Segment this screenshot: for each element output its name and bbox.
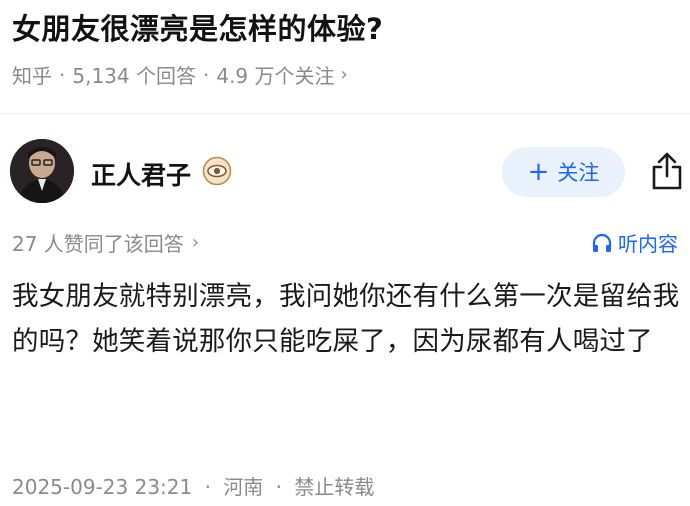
separator-dot: · [59,62,66,87]
avatar[interactable] [10,139,74,203]
agree-count[interactable]: 27 人赞同了该回答 › [12,228,199,257]
separator-dot: · [202,62,210,87]
copyright-note: 禁止转载 [294,475,375,499]
listen-button[interactable]: 听内容 [591,228,678,257]
follow-label: 关注 [557,161,600,185]
divider [0,113,690,114]
answer-location: 河南 [223,475,264,499]
separator-dot: · [204,475,211,499]
follow-button[interactable]: + 关注 [502,147,625,197]
question-meta[interactable]: 知乎 · 5,134 个回答 · 4.9 万个关注 › [12,60,348,89]
answer-date: 2025-09-23 23:21 [12,475,193,499]
question-title[interactable]: 女朋友很漂亮是怎样的体验? [12,6,383,48]
answer-page: 女朋友很漂亮是怎样的体验? 知乎 · 5,134 个回答 · 4.9 万个关注 … [0,0,690,506]
source-label: 知乎 [12,64,52,88]
share-icon[interactable] [650,151,684,191]
avatar-image [10,139,74,203]
headphones-icon [592,233,612,252]
author-name[interactable]: 正人君子 [91,156,191,192]
answer-footer: 2025-09-23 23:21 · 河南 · 禁止转载 [12,471,374,500]
agree-text: 27 人赞同了该回答 [12,232,184,256]
plus-icon: + [527,157,550,187]
chevron-right-icon: › [340,64,348,85]
separator-dot: · [275,475,283,499]
listen-label: 听内容 [618,232,678,256]
chevron-right-icon: › [191,232,200,253]
answers-count: 5,134 个回答 [72,64,196,88]
eye-badge-icon [202,156,232,186]
followers-count: 4.9 万个关注 [216,64,335,88]
answer-content: 我女朋友就特别漂亮，我问她你还有什么第一次是留给我的吗？她笑着说那你只能吃屎了，… [12,281,680,357]
